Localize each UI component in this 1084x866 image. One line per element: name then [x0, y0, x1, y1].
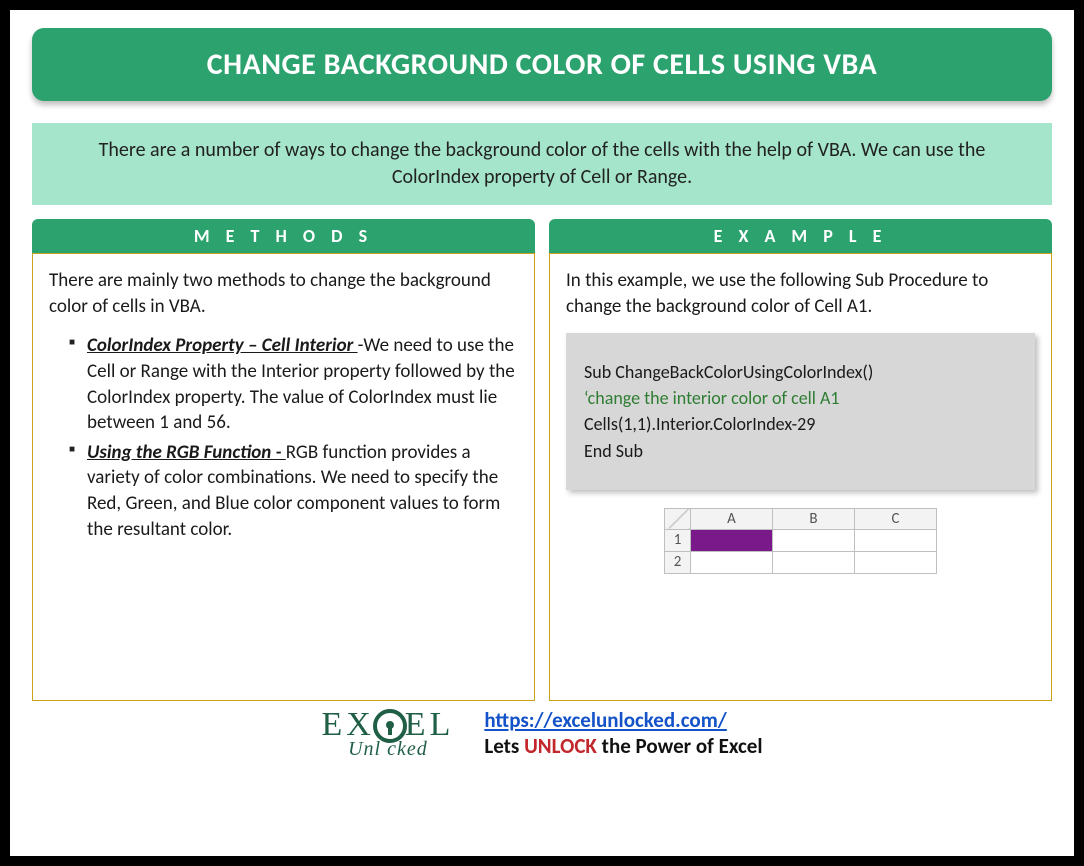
tag-post: the Power of Excel	[597, 733, 763, 759]
method-item-rgb: Using the RGB Function - RGB function pr…	[69, 440, 518, 543]
methods-column: M E T H O D S There are mainly two metho…	[32, 219, 535, 701]
method-item-colorindex: ColorIndex Property – Cell Interior -We …	[69, 333, 518, 436]
example-lead: In this example, we use the following Su…	[566, 268, 1035, 319]
methods-header: M E T H O D S	[32, 219, 535, 253]
cell-b2	[773, 551, 855, 573]
code-line-end: End Sub	[584, 438, 1017, 464]
page-title: CHANGE BACKGROUND COLOR OF CELLS USING V…	[32, 28, 1052, 101]
sheet-corner	[665, 508, 691, 529]
example-body: In this example, we use the following Su…	[549, 253, 1052, 701]
columns-wrap: M E T H O D S There are mainly two metho…	[32, 219, 1052, 701]
methods-list: ColorIndex Property – Cell Interior -We …	[49, 333, 518, 542]
mini-spreadsheet: A B C 1 2	[664, 508, 937, 574]
footer-link[interactable]: https://excelunlocked.com/	[484, 707, 726, 733]
code-block: Sub ChangeBackColorUsingColorIndex() ‘ch…	[566, 333, 1035, 489]
lock-icon	[373, 709, 407, 743]
method-term: Using the RGB Function -	[87, 441, 286, 464]
code-line-sub: Sub ChangeBackColorUsingColorIndex()	[584, 359, 1017, 385]
col-header-b: B	[773, 508, 855, 529]
logo-bottom: Unl cked	[321, 741, 454, 758]
intro-text: There are a number of ways to change the…	[32, 123, 1052, 205]
example-header: E X A M P L E	[549, 219, 1052, 253]
col-header-c: C	[855, 508, 937, 529]
cell-c2	[855, 551, 937, 573]
row-header-2: 2	[665, 551, 691, 573]
cell-c1	[855, 529, 937, 551]
code-line-body: Cells(1,1).Interior.ColorIndex-29	[584, 411, 1017, 437]
footer-tagline: Lets UNLOCK the Power of Excel	[484, 733, 762, 759]
row-header-1: 1	[665, 529, 691, 551]
methods-body: There are mainly two methods to change t…	[32, 253, 535, 701]
cell-a2	[691, 551, 773, 573]
infographic-page: CHANGE BACKGROUND COLOR OF CELLS USING V…	[10, 10, 1074, 856]
tag-highlight: UNLOCK	[524, 733, 597, 759]
logo-top-post: EL	[405, 711, 455, 740]
example-column: E X A M P L E In this example, we use th…	[549, 219, 1052, 701]
footer: EX EL Unl cked https://excelunlocked.com…	[32, 707, 1052, 759]
code-line-comment: ‘change the interior color of cell A1	[584, 385, 1017, 411]
brand-logo: EX EL Unl cked	[321, 709, 460, 758]
cell-b1	[773, 529, 855, 551]
cell-a1-filled	[691, 529, 773, 551]
logo-top-pre: EX	[321, 711, 374, 740]
footer-text: https://excelunlocked.com/ Lets UNLOCK t…	[484, 707, 762, 759]
col-header-a: A	[691, 508, 773, 529]
logo-top: EX EL	[321, 709, 454, 743]
methods-lead: There are mainly two methods to change t…	[49, 268, 518, 319]
tag-pre: Lets	[484, 733, 524, 759]
method-term: ColorIndex Property – Cell Interior	[87, 334, 358, 357]
